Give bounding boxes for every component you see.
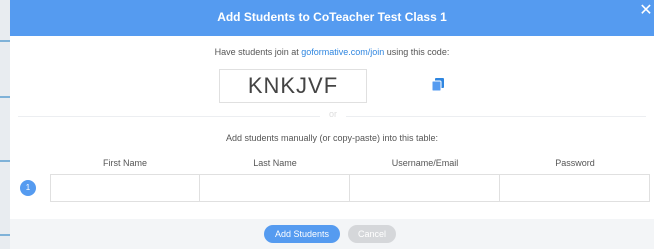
class-code: KNKJVF	[219, 69, 367, 103]
page: Add Students to CoTeacher Test Class 1 ✕…	[0, 0, 654, 249]
modal-title: Add Students to CoTeacher Test Class 1	[217, 10, 447, 24]
username-email-input[interactable]	[349, 174, 500, 202]
header-password: Password	[555, 158, 595, 168]
add-students-button[interactable]: Add Students	[264, 225, 340, 243]
add-students-modal: Add Students to CoTeacher Test Class 1 ✕…	[10, 0, 654, 249]
close-icon[interactable]: ✕	[638, 3, 654, 19]
first-name-input[interactable]	[50, 174, 200, 202]
row-number-badge: 1	[20, 180, 36, 196]
copy-icon[interactable]	[432, 78, 444, 91]
last-name-input[interactable]	[199, 174, 350, 202]
join-suffix: using this code:	[384, 47, 450, 57]
join-instructions: Have students join at goformative.com/jo…	[10, 47, 654, 57]
header-username-email: Username/Email	[391, 158, 459, 168]
header-last-name: Last Name	[253, 158, 297, 168]
manual-instructions: Add students manually (or copy-paste) in…	[225, 133, 439, 143]
or-label: or	[320, 109, 346, 119]
password-input[interactable]	[499, 174, 650, 202]
join-link[interactable]: goformative.com/join	[301, 47, 384, 57]
header-first-name: First Name	[102, 158, 147, 168]
modal-header: Add Students to CoTeacher Test Class 1 ✕	[10, 0, 654, 36]
cancel-button[interactable]: Cancel	[348, 225, 396, 243]
join-prefix: Have students join at	[214, 47, 302, 57]
